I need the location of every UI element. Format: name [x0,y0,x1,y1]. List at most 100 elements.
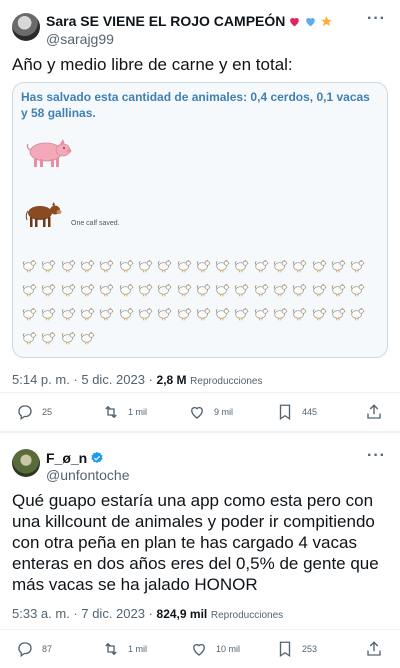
hen-icon [349,305,366,322]
hen-icon [117,281,134,298]
verified-badge-icon [91,451,103,463]
tweet-meta: 5:33 a. m. · 7 dic. 2023 · 824,9 mil Rep… [12,606,283,621]
hen-icon [253,305,270,322]
hen-icon [21,257,38,274]
hen-icon [79,281,96,298]
hen-icon [214,257,231,274]
calf-icon [25,202,62,227]
avatar[interactable] [12,13,40,41]
hen-icon [291,305,308,322]
like-count: 10 mil [216,644,241,654]
hen-icon [195,257,212,274]
hen-icon [272,305,289,322]
hen-icon [21,281,38,298]
hen-icon [330,281,347,298]
bookmark-button[interactable]: 445 [276,403,317,421]
hen-icon [272,257,289,274]
hen-icon [79,257,96,274]
share-button[interactable] [365,403,383,421]
tweet-timestamp[interactable]: 5:14 p. m. · 5 dic. 2023 · [12,372,157,387]
hen-icon [79,329,96,346]
hen-icon [117,305,134,322]
hen-icon [310,281,327,298]
tweet-divider [0,432,400,433]
hen-icon [156,281,173,298]
hen-icon [98,281,115,298]
hen-icon [60,281,77,298]
hen-icon [291,257,308,274]
share-button[interactable] [365,640,383,658]
bookmark-button[interactable]: 253 [276,640,317,658]
author-handle[interactable]: @unfontoche [46,467,130,483]
retweet-icon [105,405,117,419]
hen-icon [40,257,57,274]
views-label: Reproducciones [210,610,284,621]
author-name-row: Sara SE VIENE EL ROJO CAMPEÓN [46,13,333,29]
avatar[interactable] [12,449,40,477]
like-count: 9 mil [214,407,234,417]
retweet-button[interactable]: 1 mil [102,403,147,421]
hen-icon [40,281,57,298]
hen-icon [195,305,212,322]
hen-icon [330,305,347,322]
share-icon [367,404,381,419]
hen-icon [175,305,192,322]
author-name[interactable]: Sara SE VIENE EL ROJO CAMPEÓN [46,13,285,29]
embedded-image[interactable]: Has salvado esta cantidad de animales: 0… [12,82,388,358]
reply-icon [18,405,32,421]
hen-icon [137,281,154,298]
hen-icon [175,257,192,274]
author-handle[interactable]: @sarajg99 [46,31,114,47]
hen-icon [310,257,327,274]
tweet-text: Qué guapo estaría una app como esta pero… [12,491,379,594]
hen-icon [214,281,231,298]
hen-icon [40,329,57,346]
like-button[interactable]: 9 mil [188,403,233,421]
red-heart-icon [290,17,300,26]
hen-icon [233,281,250,298]
hen-icon [310,305,327,322]
hen-icon [60,257,77,274]
tweet-1: Sara SE VIENE EL ROJO CAMPEÓN @sarajg99 … [0,0,400,432]
retweet-count: 1 mil [128,407,148,417]
reply-count: 87 [42,644,53,654]
reply-icon [18,642,32,658]
heart-icon [191,406,203,419]
reply-button[interactable]: 87 [16,640,52,658]
hen-icon [60,305,77,322]
hen-icon [40,305,57,322]
star-icon [321,15,333,26]
share-icon [367,641,381,656]
hens-grid [21,257,381,346]
bookmark-icon [279,404,291,421]
hen-icon [21,305,38,322]
hen-icon [330,257,347,274]
author-name-row: F_ø_n [46,450,104,466]
pig-icon [26,139,72,167]
hen-icon [21,329,38,346]
tweet-meta: 5:14 p. m. · 5 dic. 2023 · 2,8 M Reprodu… [12,372,262,387]
reply-button[interactable]: 25 [16,403,52,421]
like-button[interactable]: 10 mil [190,640,240,658]
hen-icon [156,305,173,322]
hen-icon [272,281,289,298]
calf-caption: One calf saved. [71,220,120,227]
hen-icon [349,257,366,274]
tweet-text: Año y medio libre de carne y en total: [12,55,293,74]
hen-icon [175,281,192,298]
hen-icon [291,281,308,298]
hen-icon [98,257,115,274]
actions-bar: 25 1 mil 9 mil 445 [0,392,400,432]
retweet-button[interactable]: 1 mil [102,640,147,658]
actions-bar: 87 1 mil 10 mil 253 [0,629,400,668]
more-options-icon[interactable]: ··· [367,447,386,465]
tweet-timestamp[interactable]: 5:33 a. m. · 7 dic. 2023 · [12,606,157,621]
hen-icon [98,305,115,322]
author-name[interactable]: F_ø_n [46,450,87,466]
bookmark-icon [279,641,291,658]
reply-count: 25 [42,407,53,417]
hen-icon [253,281,270,298]
more-options-icon[interactable]: ··· [367,10,386,28]
hen-icon [79,305,96,322]
retweet-icon [105,642,117,656]
